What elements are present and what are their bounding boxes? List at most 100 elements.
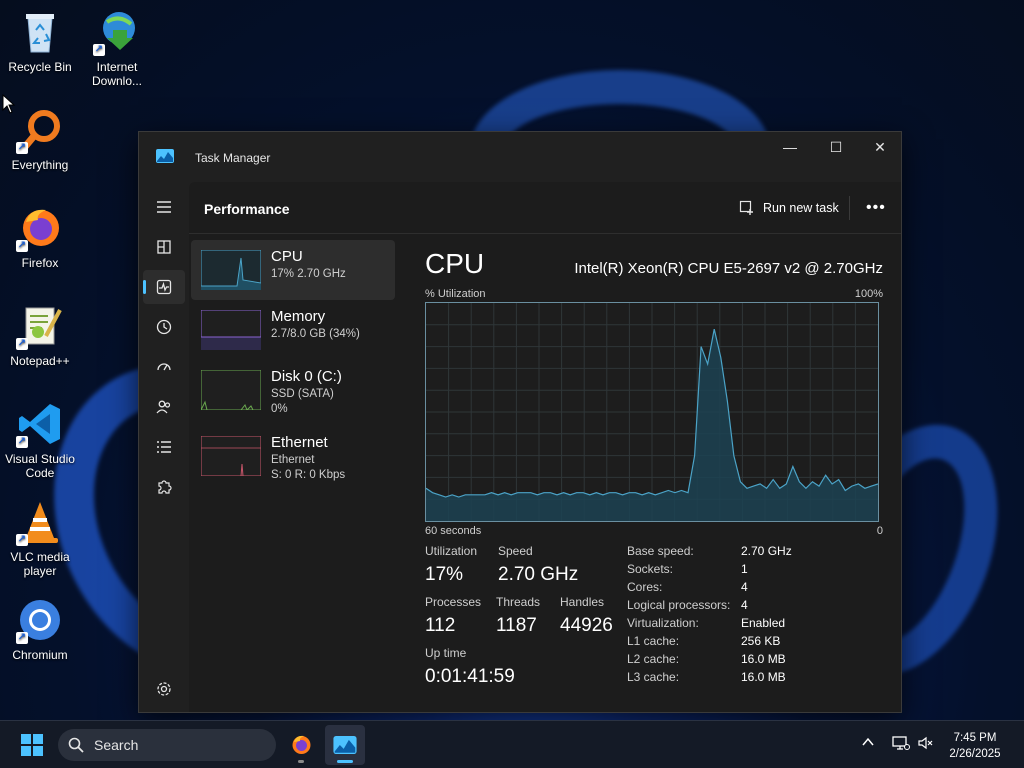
task-manager-app-icon xyxy=(156,149,174,163)
resource-disk[interactable]: Disk 0 (C:) SSD (SATA) 0% xyxy=(191,360,395,420)
cpu-utilization-graph xyxy=(425,302,879,522)
clock-time: 7:45 PM xyxy=(953,732,997,744)
stat-value: 0:01:41:59 xyxy=(425,666,515,687)
task-manager-window: Task Manager — ☐ ✕ Performance Run new t… xyxy=(138,131,902,713)
spec-value: 1 xyxy=(741,562,748,576)
task-manager-app-icon xyxy=(333,736,357,754)
spec-value: 16.0 MB xyxy=(741,652,786,666)
spec-label: L1 cache: xyxy=(627,634,680,648)
spec-row: L1 cache: 256 KB xyxy=(627,634,792,652)
desktop-icon-internet-download-manager[interactable]: ↗ Internet Downlo... xyxy=(77,8,157,88)
resource-detail: SSD (SATA) xyxy=(271,388,334,400)
resource-name: Disk 0 (C:) xyxy=(271,368,342,385)
memory-mini-graph xyxy=(201,310,261,350)
volume-tray-button[interactable] xyxy=(918,735,934,754)
spec-label: Cores: xyxy=(627,580,663,594)
internet-download-manager-icon: ↗ xyxy=(93,8,141,56)
vlc-icon: ↗ xyxy=(16,498,64,546)
taskbar: Search 7:45 PM 2/26/2025 xyxy=(0,720,1024,768)
shortcut-arrow-icon: ↗ xyxy=(93,44,105,56)
resource-detail: 0% xyxy=(271,403,288,415)
nav-settings[interactable] xyxy=(143,672,185,706)
run-new-task-icon xyxy=(739,200,753,215)
spec-row: L2 cache: 16.0 MB xyxy=(627,652,792,670)
stat-value: 2.70 GHz xyxy=(498,564,579,585)
gear-icon xyxy=(157,682,171,696)
nav-app-history[interactable] xyxy=(143,310,185,344)
taskbar-search-box[interactable]: Search xyxy=(58,729,276,761)
spec-row: Virtualization: Enabled xyxy=(627,616,792,634)
nav-details[interactable] xyxy=(143,430,185,464)
shortcut-arrow-icon: ↗ xyxy=(16,534,28,546)
nav-processes[interactable] xyxy=(143,230,185,264)
stat-threads: Threads 1187 xyxy=(496,595,540,637)
disk-mini-graph xyxy=(201,370,261,410)
everything-search-icon: ↗ xyxy=(16,106,64,154)
resource-name: Memory xyxy=(271,308,326,325)
resource-cpu[interactable]: CPU 17% 2.70 GHz xyxy=(191,240,395,300)
users-icon xyxy=(156,400,171,414)
nav-users[interactable] xyxy=(143,390,185,424)
run-new-task-button[interactable]: Run new task xyxy=(739,196,850,220)
max-percent-label: 100% xyxy=(854,288,883,300)
network-tray-button[interactable] xyxy=(892,735,910,754)
close-button[interactable]: ✕ xyxy=(857,132,903,162)
minimize-button[interactable]: — xyxy=(767,132,813,162)
resource-memory[interactable]: Memory 2.7/8.0 GB (34%) xyxy=(191,300,395,360)
desktop-icon-recycle-bin[interactable]: Recycle Bin xyxy=(0,8,80,74)
spec-row: Logical processors: 4 xyxy=(627,598,792,616)
network-icon xyxy=(892,736,910,750)
taskbar-app-firefox[interactable] xyxy=(281,725,321,765)
history-icon xyxy=(156,319,172,335)
desktop-icon-firefox[interactable]: ↗ Firefox xyxy=(0,204,80,270)
hamburger-menu-button[interactable] xyxy=(143,190,185,224)
spec-label: Base speed: xyxy=(627,544,694,558)
taskbar-clock[interactable]: 7:45 PM 2/26/2025 xyxy=(940,730,1010,762)
spec-label: Virtualization: xyxy=(627,616,699,630)
resource-ethernet[interactable]: Ethernet Ethernet S: 0 R: 0 Kbps xyxy=(191,426,395,486)
shortcut-arrow-icon: ↗ xyxy=(16,338,28,350)
hamburger-icon xyxy=(157,201,171,213)
maximize-button[interactable]: ☐ xyxy=(813,132,859,162)
more-options-button[interactable]: ••• xyxy=(866,199,886,217)
nav-performance[interactable] xyxy=(143,270,185,304)
divider xyxy=(849,196,850,220)
desktop-icon-notepadpp[interactable]: ↗ Notepad++ xyxy=(0,302,80,368)
taskbar-app-task-manager[interactable] xyxy=(325,725,365,765)
desktop-icon-vscode[interactable]: ↗ Visual Studio Code xyxy=(0,400,80,480)
resource-detail: S: 0 R: 0 Kbps xyxy=(271,469,346,481)
ethernet-mini-graph xyxy=(201,436,261,476)
nav-services[interactable] xyxy=(143,470,185,504)
desktop-icon-label: Visual Studio Code xyxy=(5,452,75,480)
start-button[interactable] xyxy=(12,725,52,765)
search-placeholder: Search xyxy=(94,737,139,753)
nav-startup-apps[interactable] xyxy=(143,350,185,384)
desktop-icon-chromium[interactable]: ↗ Chromium xyxy=(0,596,80,662)
desktop-icon-everything[interactable]: ↗ Everything xyxy=(0,106,80,172)
chevron-up-icon xyxy=(862,737,874,746)
spec-row: Cores: 4 xyxy=(627,580,792,598)
desktop-icon-label: Chromium xyxy=(12,648,68,662)
cpu-model: Intel(R) Xeon(R) CPU E5-2697 v2 @ 2.70GH… xyxy=(574,260,883,277)
title-bar[interactable]: Task Manager — ☐ ✕ xyxy=(139,132,901,182)
search-icon xyxy=(68,737,84,753)
stat-label: Threads xyxy=(496,595,541,609)
mouse-cursor-icon xyxy=(2,94,16,114)
desktop-icon-vlc[interactable]: ↗ VLC media player xyxy=(0,498,80,578)
cpu-specs: Base speed: 2.70 GHz Sockets: 1 Cores: 4 Logic… xyxy=(627,544,792,688)
shortcut-arrow-icon: ↗ xyxy=(16,436,28,448)
windows-logo-icon xyxy=(21,734,43,756)
spec-value: 4 xyxy=(741,580,748,594)
run-new-task-label: Run new task xyxy=(763,201,839,215)
spec-row: Sockets: 1 xyxy=(627,562,792,580)
cpu-heading: CPU xyxy=(425,248,485,279)
chromium-icon: ↗ xyxy=(16,596,64,644)
processes-icon xyxy=(157,240,171,254)
stat-utilization: Utilization 17% xyxy=(425,544,477,586)
time-span-label: 60 seconds xyxy=(425,525,482,537)
spec-label: Logical processors: xyxy=(627,598,731,612)
show-hidden-icons-button[interactable] xyxy=(862,735,874,750)
volume-muted-icon xyxy=(918,736,933,750)
performance-icon xyxy=(156,279,172,295)
stat-processes: Processes 112 xyxy=(425,595,481,637)
